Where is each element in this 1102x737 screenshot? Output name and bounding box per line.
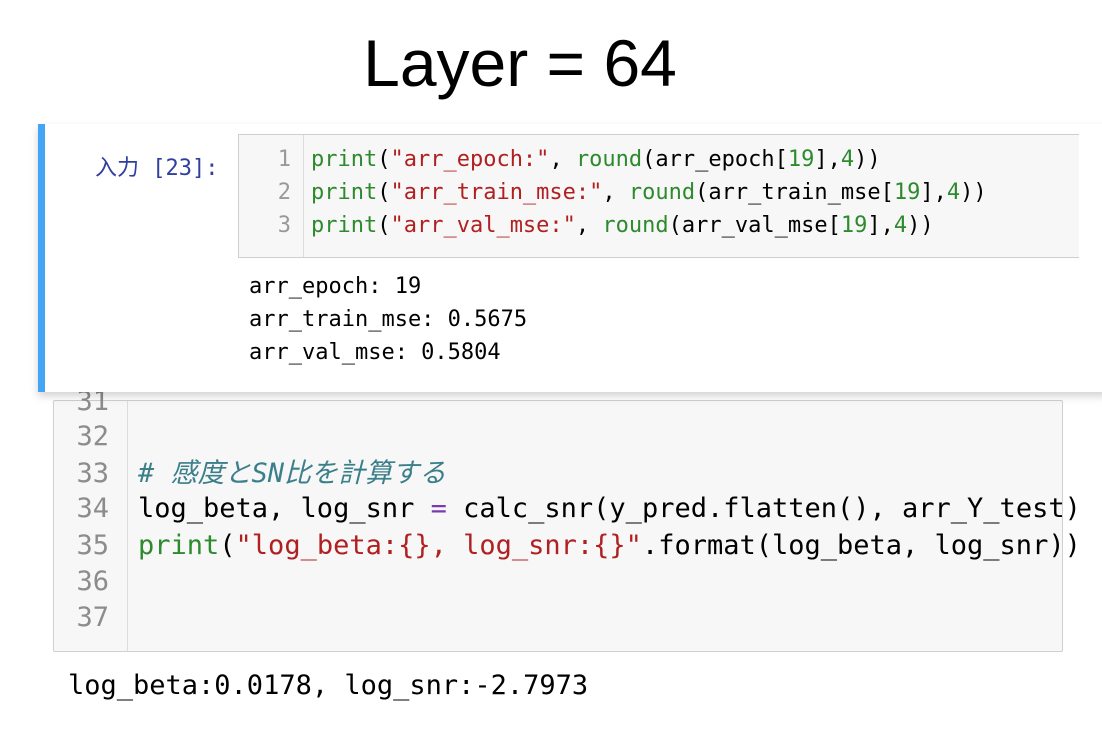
code-line: print("log_beta:{}, log_snr:{}".format(l… [138, 527, 1081, 564]
string-literal: "arr_epoch:" [390, 147, 550, 172]
keyword: round [575, 147, 643, 172]
operator: = [430, 493, 447, 524]
number-literal: 19 [787, 147, 815, 172]
string-literal: "arr_train_mse:" [390, 180, 603, 205]
keyword: round [602, 213, 669, 238]
code-text: )) [960, 180, 987, 205]
code-text: , [575, 213, 603, 238]
code-cell-bottom[interactable]: 31 32 33 34 35 36 37 # 感度とSN比を計算する log_b… [53, 386, 1081, 652]
cell-output-final: log_beta:0.0178, log_snr:-2.7973 [68, 670, 589, 701]
string-literal: "arr_val_mse:" [390, 213, 576, 238]
code-text: calc_snr(y_pred.flatten(), arr_Y_test) [446, 493, 1081, 524]
number-literal: 4 [946, 180, 961, 205]
line-number: 34 [76, 493, 109, 524]
line-number: 36 [76, 566, 109, 597]
number-literal: 4 [893, 213, 908, 238]
keyword: round [628, 180, 696, 205]
line-number-gutter: 1 2 3 [239, 135, 304, 257]
line-number: 1 [277, 147, 291, 172]
code-text: )) [854, 147, 881, 172]
code-line: log_beta, log_snr = calc_snr(y_pred.flat… [138, 490, 1081, 527]
code-text: (arr_train_mse[ [695, 180, 894, 205]
code-text: ], [920, 180, 947, 205]
code-line: print("arr_epoch:", round(arr_epoch[19],… [311, 143, 881, 176]
input-prompt: 入力 [23]: [95, 156, 219, 181]
code-line: print("arr_val_mse:", round(arr_val_mse[… [311, 209, 934, 242]
line-number: 35 [76, 530, 109, 561]
number-literal: 4 [840, 147, 855, 172]
line-number: 3 [277, 213, 291, 238]
string-literal: "log_beta:{}, log_snr:{}" [235, 530, 642, 561]
code-text: ], [867, 213, 894, 238]
comment-text: # 感度とSN比を計算する [138, 458, 447, 489]
code-input-area[interactable]: 1 2 3 print("arr_epoch:", round(arr_epoc… [238, 134, 1079, 258]
cell-output-line: arr_epoch: 19 [249, 274, 422, 299]
code-line: print("arr_train_mse:", round(arr_train_… [311, 176, 987, 209]
line-number: 32 [76, 421, 109, 452]
page-title: Layer = 64 [363, 26, 677, 100]
keyword: print [311, 180, 378, 205]
cell-output-line: arr_val_mse: 0.5804 [249, 340, 501, 365]
number-literal: 19 [893, 180, 921, 205]
code-cell-top[interactable]: 入力 [23]: 1 2 3 print("arr_epoch:", round… [38, 124, 1102, 392]
code-text: log_beta, log_snr [138, 493, 431, 524]
code-text: , [549, 147, 576, 172]
code-text: ( [377, 213, 391, 238]
code-text: .format(log_beta, log_snr)) [641, 530, 1081, 561]
line-number-gutter: 31 32 33 34 35 36 37 [54, 386, 128, 651]
code-text: (arr_epoch[ [642, 147, 788, 172]
code-text: , [602, 180, 629, 205]
line-number: 33 [76, 458, 109, 489]
code-text: ( [377, 147, 391, 172]
code-line-comment: # 感度とSN比を計算する [138, 455, 446, 492]
keyword: print [311, 147, 378, 172]
line-number: 2 [277, 180, 291, 205]
keyword: print [138, 530, 220, 561]
code-text: ( [219, 530, 236, 561]
code-text: ], [814, 147, 841, 172]
code-text: ( [377, 180, 391, 205]
keyword: print [311, 213, 378, 238]
cell-output-line: arr_train_mse: 0.5675 [249, 307, 528, 332]
line-number: 37 [76, 602, 109, 633]
code-text: (arr_val_mse[ [668, 213, 841, 238]
number-literal: 19 [840, 213, 868, 238]
code-text: )) [907, 213, 934, 238]
